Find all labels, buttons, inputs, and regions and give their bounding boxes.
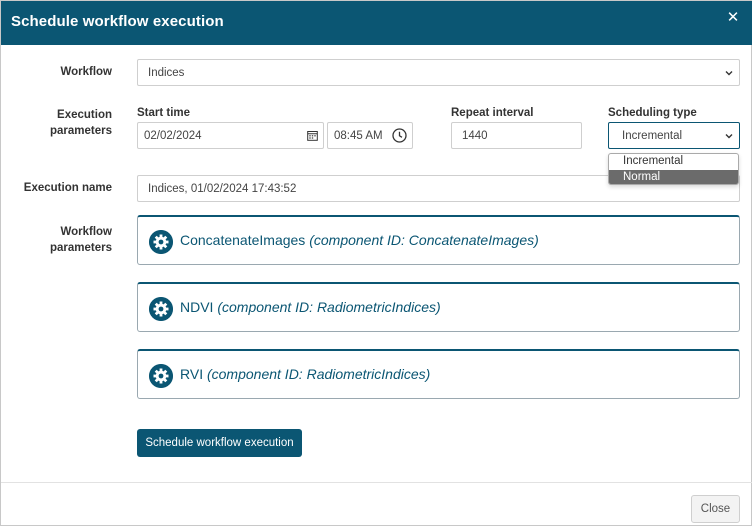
close-icon[interactable]: ✕ — [725, 10, 741, 26]
dialog-title: Schedule workflow execution — [11, 13, 224, 30]
schedule-workflow-execution-button[interactable]: Schedule workflow execution — [137, 429, 302, 457]
execution-parameters-label: Execution parameters — [41, 107, 112, 139]
workflow-select[interactable]: Indices — [137, 59, 740, 86]
workflow-parameters-label-line2: parameters — [49, 242, 112, 254]
component-name: NDVI — [180, 299, 214, 315]
component-id: (component ID: RadiometricIndices) — [217, 299, 441, 315]
chevron-down-icon — [725, 71, 733, 76]
gear-icon — [149, 364, 173, 388]
dropdown-option-incremental[interactable]: Incremental — [609, 154, 738, 170]
start-time-label: Start time — [137, 107, 191, 119]
scheduling-type-select[interactable]: Incremental — [608, 122, 740, 149]
scheduling-type-label: Scheduling type — [608, 107, 697, 119]
start-date-value: 02/02/2024 — [144, 130, 202, 142]
repeat-interval-value: 1440 — [462, 130, 488, 142]
workflow-parameters-label-line1: Workflow — [60, 226, 112, 238]
scheduling-type-value: Incremental — [622, 130, 683, 142]
scheduling-type-dropdown: Incremental Normal — [608, 153, 739, 185]
workflow-parameters-label: Workflow parameters — [41, 224, 112, 256]
gear-icon — [149, 230, 173, 254]
component-id: (component ID: ConcatenateImages) — [309, 232, 539, 248]
gear-icon — [149, 297, 173, 321]
calendar-icon[interactable] — [307, 130, 318, 141]
repeat-interval-input[interactable]: 1440 — [451, 122, 582, 149]
component-name: ConcatenateImages — [180, 232, 306, 248]
component-panel-rvi[interactable]: RVI (component ID: RadiometricIndices) — [137, 349, 740, 399]
component-title: RVI (component ID: RadiometricIndices) — [180, 366, 430, 382]
start-date-input[interactable]: 02/02/2024 — [137, 122, 324, 149]
workflow-select-value: Indices — [148, 67, 185, 79]
component-id: (component ID: RadiometricIndices) — [206, 366, 431, 382]
execution-parameters-label-line1: Execution — [57, 109, 112, 121]
execution-name-label: Execution name — [23, 182, 112, 194]
start-time-input[interactable]: 08:45 AM — [327, 122, 413, 149]
dialog-header: Schedule workflow execution ✕ — [1, 1, 752, 45]
clock-icon[interactable] — [392, 128, 407, 143]
component-panel-concatenateimages[interactable]: ConcatenateImages (component ID: Concate… — [137, 215, 740, 265]
dropdown-option-normal[interactable]: Normal — [609, 170, 738, 184]
component-title: ConcatenateImages (component ID: Concate… — [180, 232, 539, 248]
component-title: NDVI (component ID: RadiometricIndices) — [180, 299, 441, 315]
footer-divider — [1, 482, 752, 483]
close-button[interactable]: Close — [691, 495, 740, 523]
execution-parameters-label-line2: parameters — [49, 125, 112, 137]
start-time-value: 08:45 AM — [334, 130, 383, 142]
component-name: RVI — [180, 366, 204, 382]
repeat-interval-label: Repeat interval — [451, 107, 534, 119]
execution-name-value: Indices, 01/02/2024 17:43:52 — [148, 183, 297, 195]
workflow-label: Workflow — [60, 66, 112, 78]
chevron-down-icon — [725, 134, 733, 139]
schedule-dialog: Schedule workflow execution ✕ Workflow I… — [0, 0, 752, 526]
component-panel-ndvi[interactable]: NDVI (component ID: RadiometricIndices) — [137, 282, 740, 332]
